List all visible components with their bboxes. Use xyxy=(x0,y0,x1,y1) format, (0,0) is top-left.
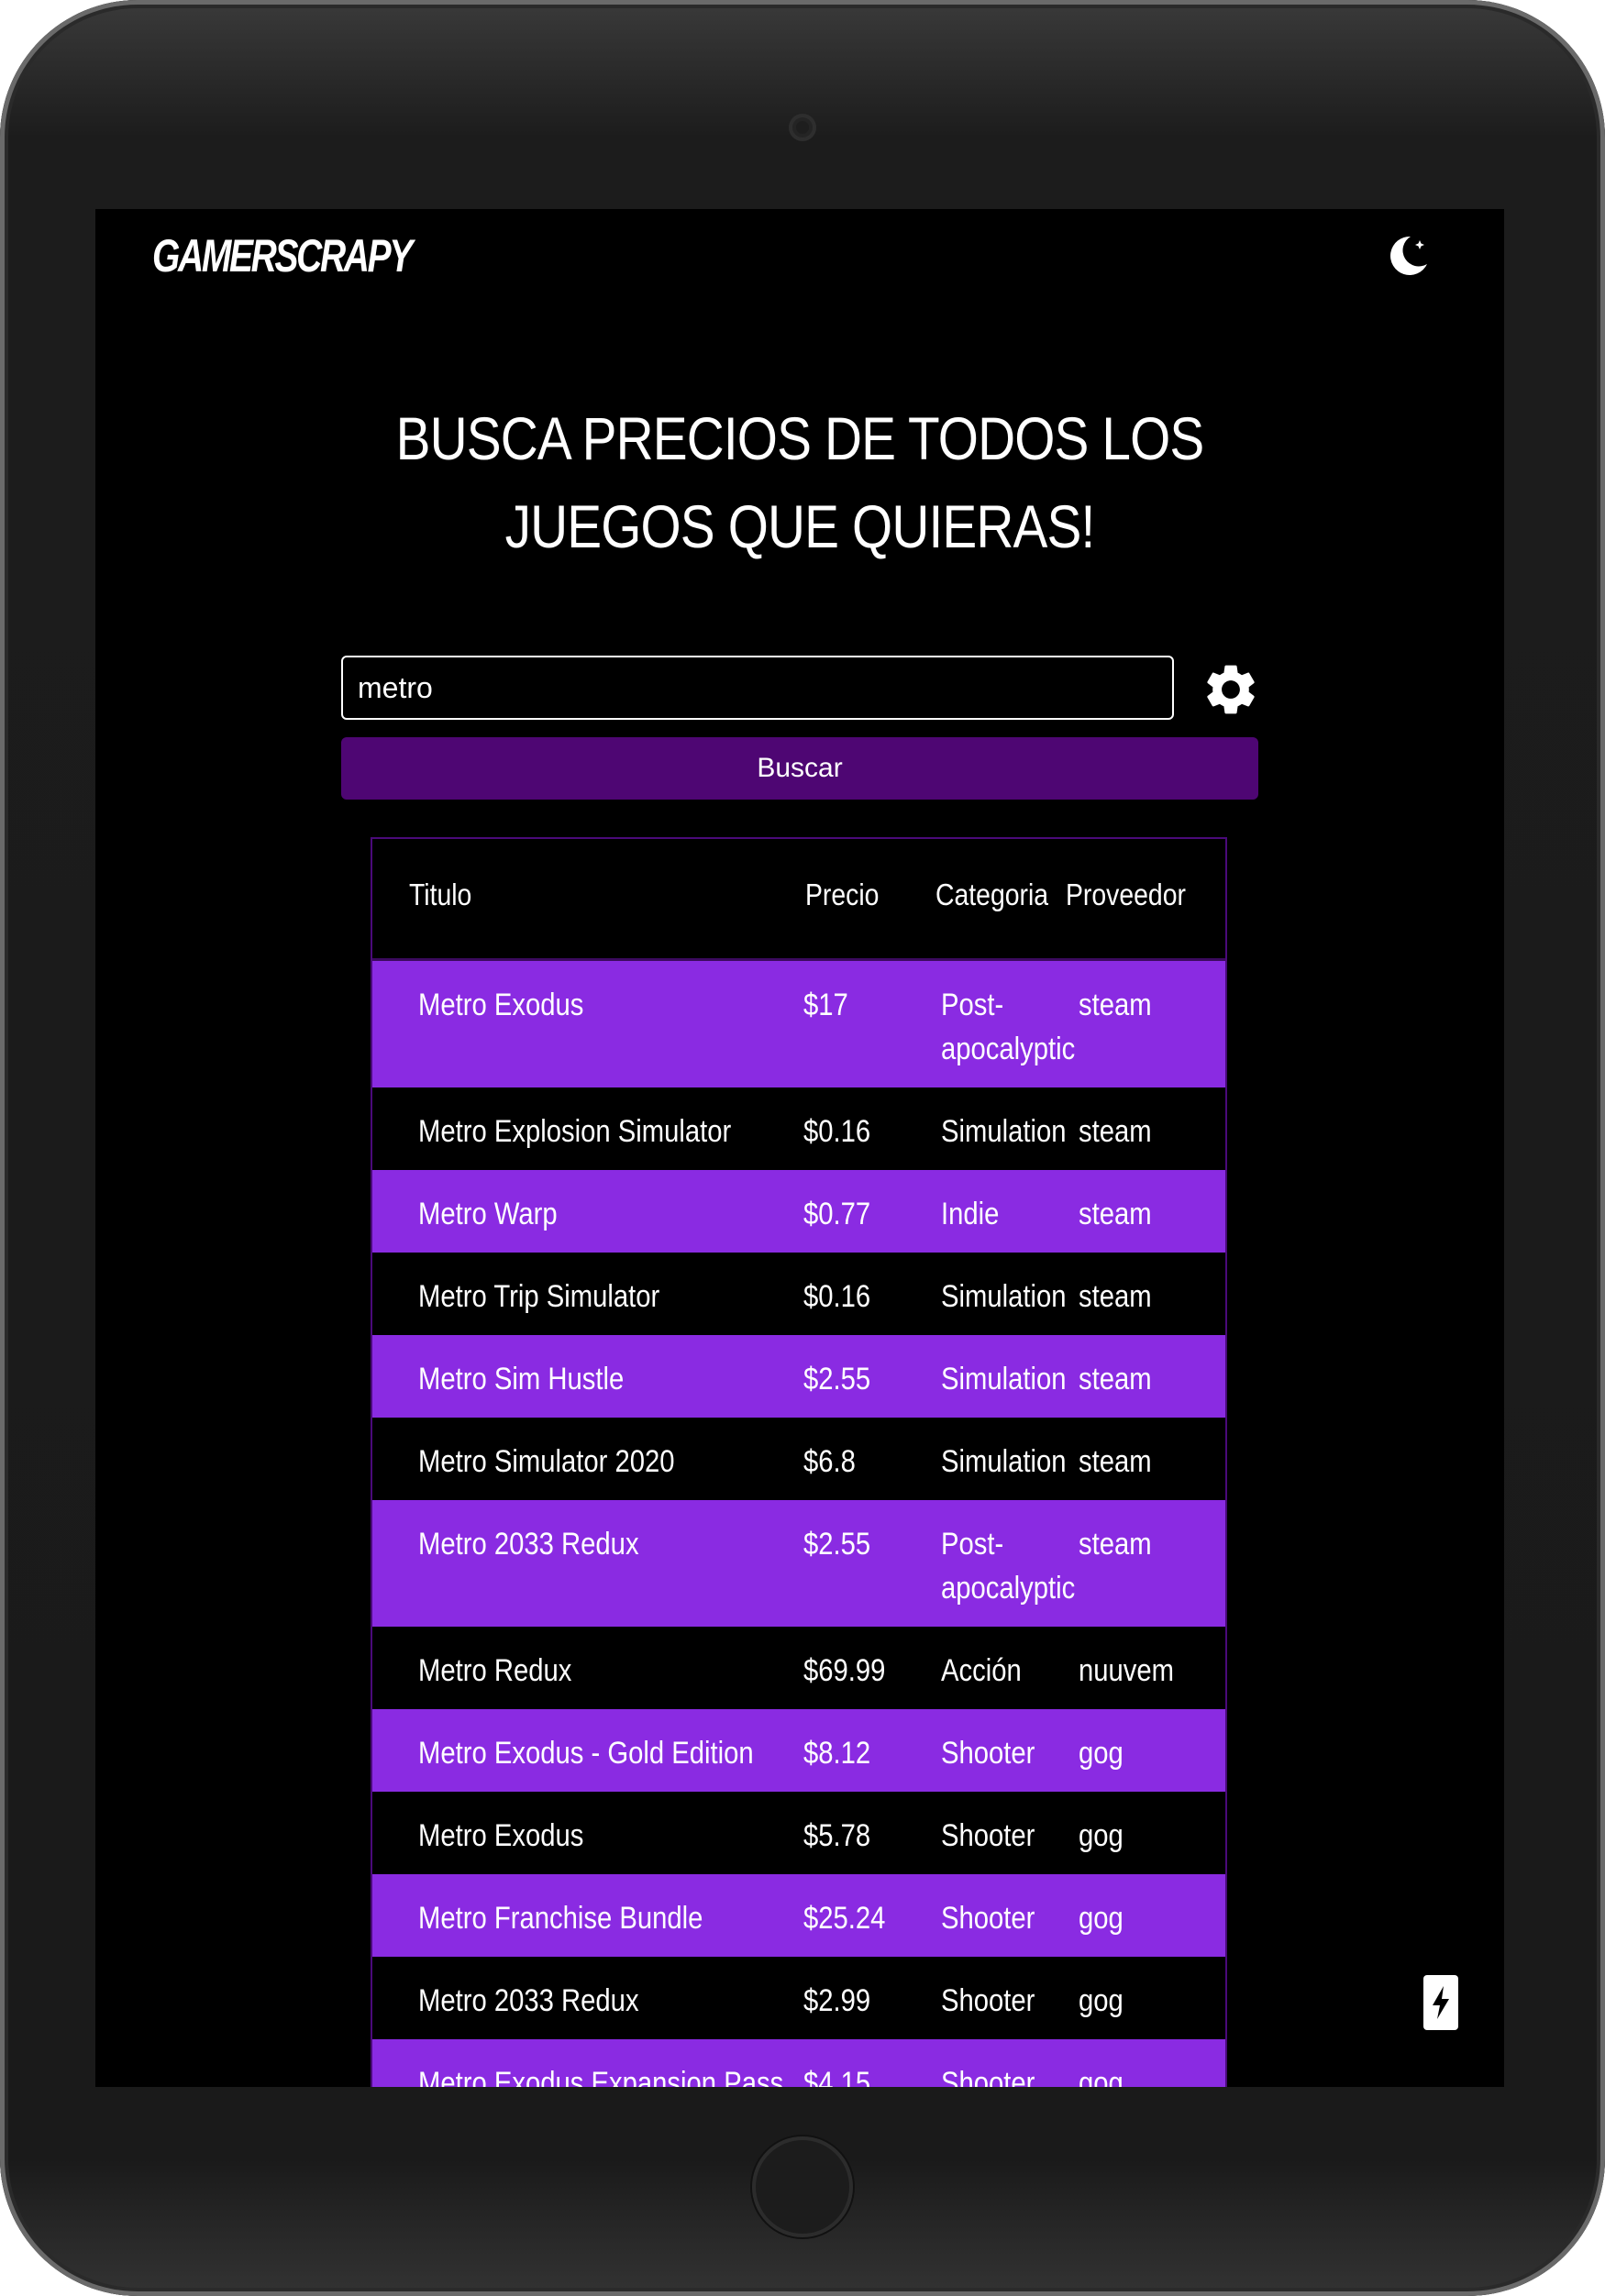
cell-title: Metro Exodus xyxy=(418,1818,584,1853)
cell-provider: gog xyxy=(1079,2066,1124,2087)
cell-provider: steam xyxy=(1079,1114,1152,1149)
cell-price: $4.15 xyxy=(803,2066,871,2087)
screen: GAMERSCRAPY BUSCA PRECIOS DE TODOS LOS J… xyxy=(95,209,1504,2087)
table-row[interactable]: Metro Exodus $5.78 Shooter gog xyxy=(372,1792,1225,1874)
cell-provider: steam xyxy=(1079,1527,1152,1562)
cell-price: $0.16 xyxy=(803,1114,871,1149)
cell-category: Simulation xyxy=(941,1362,1067,1396)
table-row[interactable]: Metro 2033 Redux $2.99 Shooter gog xyxy=(372,1957,1225,2039)
cell-provider: gog xyxy=(1079,1736,1124,1771)
moon-icon[interactable] xyxy=(1383,231,1433,281)
search-button[interactable]: Buscar xyxy=(341,737,1258,800)
cell-price: $5.78 xyxy=(803,1818,871,1853)
cell-price: $8.12 xyxy=(803,1736,871,1771)
cell-price: $69.99 xyxy=(803,1653,886,1688)
cell-price: $0.77 xyxy=(803,1197,871,1231)
cell-category: Shooter xyxy=(941,1983,1035,2018)
cell-price: $2.99 xyxy=(803,1983,871,2018)
cell-title: Metro Exodus xyxy=(418,988,584,1022)
table-row[interactable]: Metro Franchise Bundle $25.24 Shooter go… xyxy=(372,1874,1225,1957)
table-row[interactable]: Metro Exodus $17 Post-apocalyptic steam xyxy=(372,961,1225,1087)
cell-price: $25.24 xyxy=(803,1901,886,1936)
cell-provider: steam xyxy=(1079,988,1152,1022)
cell-provider: steam xyxy=(1079,1279,1152,1314)
cell-category: Shooter xyxy=(941,2066,1035,2087)
cell-provider: steam xyxy=(1079,1362,1152,1396)
cell-price: $0.16 xyxy=(803,1279,871,1314)
table-header: Titulo Precio Categoria Proveedor xyxy=(372,839,1225,961)
cell-provider: steam xyxy=(1079,1197,1152,1231)
cell-provider: gog xyxy=(1079,1818,1124,1853)
camera-icon xyxy=(789,114,816,141)
cell-category: Indie xyxy=(941,1197,1000,1231)
top-bar: GAMERSCRAPY xyxy=(95,209,1504,301)
gear-icon[interactable] xyxy=(1201,659,1261,720)
cell-provider: gog xyxy=(1079,1983,1124,2018)
cell-price: $2.55 xyxy=(803,1527,871,1562)
table-row[interactable]: Metro Trip Simulator $0.16 Simulation st… xyxy=(372,1253,1225,1335)
cell-title: Metro Trip Simulator xyxy=(418,1279,660,1314)
column-header-provider[interactable]: Proveedor xyxy=(1066,878,1186,912)
cell-title: Metro Explosion Simulator xyxy=(418,1114,732,1149)
table-row[interactable]: Metro Exodus - Gold Edition $8.12 Shoote… xyxy=(372,1709,1225,1792)
cell-category: Acción xyxy=(941,1653,1022,1688)
table-row[interactable]: Metro Redux $69.99 Acción nuuvem xyxy=(372,1627,1225,1709)
table-row[interactable]: Metro Sim Hustle $2.55 Simulation steam xyxy=(372,1335,1225,1418)
cell-title: Metro Exodus Expansion Pass xyxy=(418,2066,784,2087)
cell-title: Metro Simulator 2020 xyxy=(418,1444,675,1479)
column-header-title[interactable]: Titulo xyxy=(409,878,471,912)
cell-price: $17 xyxy=(803,988,848,1022)
cell-title: Metro 2033 Redux xyxy=(418,1527,639,1562)
lightning-icon[interactable] xyxy=(1423,1975,1458,2030)
cell-category: Simulation xyxy=(941,1114,1067,1149)
cell-title: Metro Franchise Bundle xyxy=(418,1901,703,1936)
column-header-category[interactable]: Categoria xyxy=(935,878,1048,912)
table-row[interactable]: Metro Exodus Expansion Pass $4.15 Shoote… xyxy=(372,2039,1225,2087)
cell-category: Shooter xyxy=(941,1901,1035,1936)
cell-category: Simulation xyxy=(941,1279,1067,1314)
cell-provider: gog xyxy=(1079,1901,1124,1936)
table-row[interactable]: Metro Simulator 2020 $6.8 Simulation ste… xyxy=(372,1418,1225,1500)
table-row[interactable]: Metro Explosion Simulator $0.16 Simulati… xyxy=(372,1087,1225,1170)
cell-category: Post-apocalyptic xyxy=(941,1527,1076,1606)
table-row[interactable]: Metro Warp $0.77 Indie steam xyxy=(372,1170,1225,1253)
cell-category: Shooter xyxy=(941,1818,1035,1853)
cell-provider: nuuvem xyxy=(1079,1653,1175,1688)
home-button[interactable] xyxy=(752,2136,853,2237)
table-row[interactable]: Metro 2033 Redux $2.55 Post-apocalyptic … xyxy=(372,1500,1225,1627)
cell-category: Shooter xyxy=(941,1736,1035,1771)
cell-title: Metro Exodus - Gold Edition xyxy=(418,1736,754,1771)
cell-title: Metro Sim Hustle xyxy=(418,1362,625,1396)
search-input[interactable] xyxy=(341,656,1174,720)
cell-provider: steam xyxy=(1079,1444,1152,1479)
tablet-frame: GAMERSCRAPY BUSCA PRECIOS DE TODOS LOS J… xyxy=(0,0,1605,2296)
cell-title: Metro Warp xyxy=(418,1197,558,1231)
column-header-price[interactable]: Precio xyxy=(805,878,879,912)
cell-price: $2.55 xyxy=(803,1362,871,1396)
page-title: BUSCA PRECIOS DE TODOS LOS JUEGOS QUE QU… xyxy=(395,404,1205,560)
cell-category: Simulation xyxy=(941,1444,1067,1479)
cell-price: $6.8 xyxy=(803,1444,856,1479)
results-table: Titulo Precio Categoria Proveedor Metro … xyxy=(371,837,1227,2087)
cell-title: Metro Redux xyxy=(418,1653,572,1688)
cell-title: Metro 2033 Redux xyxy=(418,1983,639,2018)
cell-category: Post-apocalyptic xyxy=(941,988,1076,1066)
app-logo[interactable]: GAMERSCRAPY xyxy=(152,229,413,282)
